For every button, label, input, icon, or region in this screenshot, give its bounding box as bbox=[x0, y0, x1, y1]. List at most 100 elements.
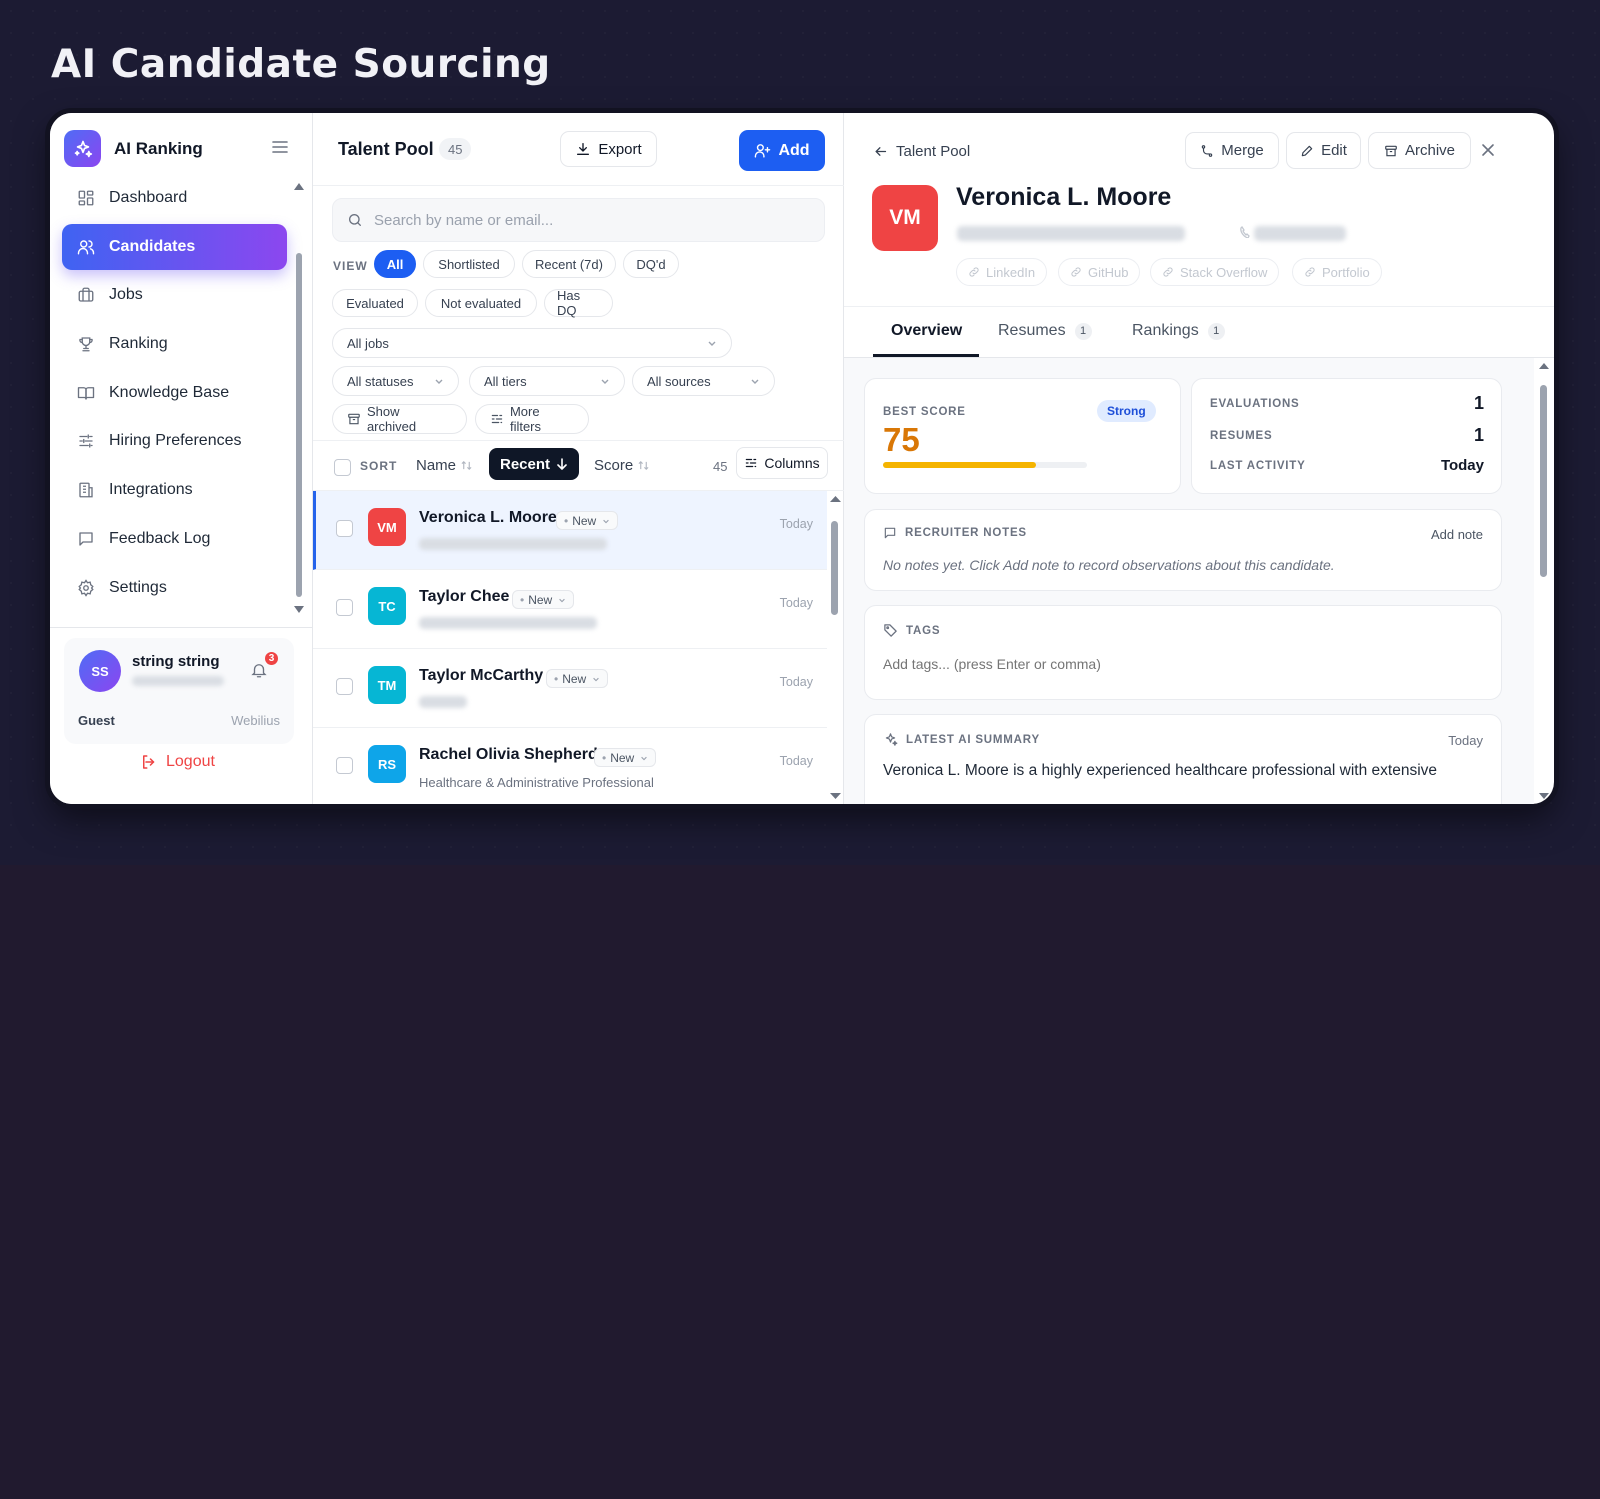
link-label: GitHub bbox=[1088, 264, 1129, 280]
archive-icon bbox=[348, 413, 360, 425]
detail-scroll-thumb[interactable] bbox=[1540, 385, 1547, 577]
sort-name-button[interactable]: Name bbox=[416, 457, 472, 474]
sidebar-divider bbox=[50, 627, 313, 628]
sidebar-item-hiring-preferences[interactable]: Hiring Preferences bbox=[62, 418, 287, 464]
row-checkbox[interactable] bbox=[336, 757, 353, 774]
columns-button[interactable]: Columns bbox=[736, 447, 828, 479]
link-icon bbox=[969, 267, 979, 277]
arrow-left-icon bbox=[875, 147, 887, 156]
summary-title: LATEST AI SUMMARY bbox=[906, 733, 1040, 746]
status-select[interactable]: All statuses bbox=[332, 366, 459, 396]
sort-recent-button[interactable]: Recent bbox=[489, 448, 579, 480]
export-button[interactable]: Export bbox=[560, 131, 657, 167]
add-candidate-button[interactable]: Add bbox=[739, 130, 825, 171]
row-date: Today bbox=[779, 675, 813, 689]
show-archived-button[interactable]: Show archived bbox=[332, 404, 467, 434]
status-badge[interactable]: • New bbox=[512, 590, 575, 609]
sidebar-item-integrations[interactable]: Integrations bbox=[62, 467, 287, 513]
view-chip-has-dq[interactable]: Has DQ bbox=[544, 288, 613, 318]
candidate-name[interactable]: Taylor McCarthy bbox=[419, 667, 543, 685]
redacted-subtitle bbox=[419, 617, 597, 629]
sidebar-item-candidates[interactable]: Candidates bbox=[62, 223, 287, 270]
sort-icon bbox=[461, 461, 472, 470]
tier-select[interactable]: All tiers bbox=[469, 366, 625, 396]
brand[interactable]: AI Ranking bbox=[64, 130, 203, 167]
candidate-name[interactable]: Taylor Chee bbox=[419, 588, 509, 606]
tags-input[interactable] bbox=[883, 656, 1473, 672]
sidebar-item-dashboard[interactable]: Dashboard bbox=[62, 175, 287, 221]
logout-button[interactable]: Logout bbox=[140, 753, 215, 771]
redacted-phone bbox=[1254, 226, 1346, 241]
sort-score-button[interactable]: Score bbox=[594, 457, 649, 474]
sidebar-item-settings[interactable]: Settings bbox=[62, 565, 287, 611]
candidate-avatar: VM bbox=[872, 185, 938, 251]
candidate-row[interactable]: TM Taylor McCarthy • New Today bbox=[313, 649, 827, 728]
row-date: Today bbox=[779, 754, 813, 768]
view-chip-evaluated[interactable]: Evaluated bbox=[332, 289, 418, 317]
sidebar-item-label: Knowledge Base bbox=[109, 383, 230, 401]
status-badge[interactable]: • New bbox=[594, 748, 657, 767]
sidebar-scroll-thumb[interactable] bbox=[296, 253, 302, 597]
user-card[interactable]: SS string string 3 Guest Webilius bbox=[64, 638, 294, 744]
more-filters-button[interactable]: More filters bbox=[475, 404, 589, 434]
sidebar-item-ranking[interactable]: Ranking bbox=[62, 321, 287, 367]
sidebar-item-jobs[interactable]: Jobs bbox=[62, 272, 287, 318]
tab-overview[interactable]: Overview bbox=[891, 322, 962, 340]
sort-name-label: Name bbox=[416, 457, 457, 474]
sidebar-item-feedback-log[interactable]: Feedback Log bbox=[62, 516, 287, 562]
sidebar-nav: Dashboard Candidates Jobs Ranking Knowle… bbox=[62, 175, 287, 613]
tab-resumes[interactable]: Resumes 1 bbox=[998, 322, 1092, 340]
candidate-name[interactable]: Rachel Olivia Shepherd bbox=[419, 746, 598, 764]
count-badge: 45 bbox=[439, 138, 472, 160]
view-chip-all[interactable]: All bbox=[374, 250, 416, 278]
best-score-label: BEST SCORE bbox=[883, 406, 966, 418]
candidate-row[interactable]: TC Taylor Chee • New Today bbox=[313, 570, 827, 649]
sliders-icon bbox=[76, 431, 96, 451]
close-icon[interactable] bbox=[1480, 142, 1496, 163]
notes-empty-text: No notes yet. Click Add note to record o… bbox=[883, 557, 1335, 573]
divider bbox=[313, 185, 844, 186]
view-chip-shortlisted[interactable]: Shortlisted bbox=[423, 250, 515, 278]
stack-overflow-link[interactable]: Stack Overflow bbox=[1150, 258, 1280, 286]
view-chip-not-evaluated[interactable]: Not evaluated bbox=[425, 289, 537, 317]
merge-button[interactable]: Merge bbox=[1185, 132, 1279, 169]
menu-icon[interactable] bbox=[272, 140, 288, 159]
portfolio-link[interactable]: Portfolio bbox=[1292, 258, 1382, 286]
search-input[interactable] bbox=[374, 211, 814, 229]
sidebar-item-knowledge-base[interactable]: Knowledge Base bbox=[62, 370, 287, 416]
sidebar: AI Ranking Dashboard Candidates Jobs Ran… bbox=[50, 113, 313, 804]
jobs-select[interactable]: All jobs bbox=[332, 328, 732, 358]
edit-button[interactable]: Edit bbox=[1286, 132, 1361, 169]
divider bbox=[313, 440, 844, 441]
add-note-button[interactable]: Add note bbox=[1431, 527, 1483, 542]
tab-rankings[interactable]: Rankings 1 bbox=[1132, 322, 1225, 340]
candidate-row[interactable]: VM Veronica L. Moore • New Today bbox=[313, 491, 827, 570]
avatar: SS bbox=[79, 650, 121, 692]
row-checkbox[interactable] bbox=[336, 520, 353, 537]
source-select[interactable]: All sources bbox=[632, 366, 775, 396]
row-checkbox[interactable] bbox=[336, 599, 353, 616]
view-chip-recent[interactable]: Recent (7d) bbox=[522, 250, 616, 278]
back-link[interactable]: Talent Pool bbox=[873, 143, 970, 160]
sliders-icon bbox=[746, 458, 757, 468]
status-badge[interactable]: • New bbox=[546, 669, 609, 688]
candidate-name[interactable]: Veronica L. Moore bbox=[419, 509, 557, 527]
status-label: New bbox=[610, 750, 635, 765]
github-link[interactable]: GitHub bbox=[1058, 258, 1141, 286]
linkedin-link[interactable]: LinkedIn bbox=[956, 258, 1048, 286]
status-badge[interactable]: • New bbox=[556, 511, 619, 530]
phone-icon bbox=[1240, 225, 1250, 243]
select-all-checkbox[interactable] bbox=[334, 459, 351, 476]
logout-label: Logout bbox=[166, 753, 215, 770]
tags-card: TAGS bbox=[864, 605, 1502, 700]
sparkle-logo-icon bbox=[64, 130, 101, 167]
export-label: Export bbox=[598, 140, 642, 158]
resumes-stat: RESUMES 1 bbox=[1210, 425, 1484, 446]
status-label: New bbox=[572, 513, 597, 528]
search-icon bbox=[349, 214, 361, 226]
view-chip-dqd[interactable]: DQ'd bbox=[623, 250, 679, 278]
archive-button[interactable]: Archive bbox=[1368, 132, 1471, 169]
list-scroll-thumb[interactable] bbox=[831, 521, 838, 615]
row-checkbox[interactable] bbox=[336, 678, 353, 695]
candidate-row[interactable]: RS Rachel Olivia Shepherd • New Today Hea… bbox=[313, 728, 827, 804]
